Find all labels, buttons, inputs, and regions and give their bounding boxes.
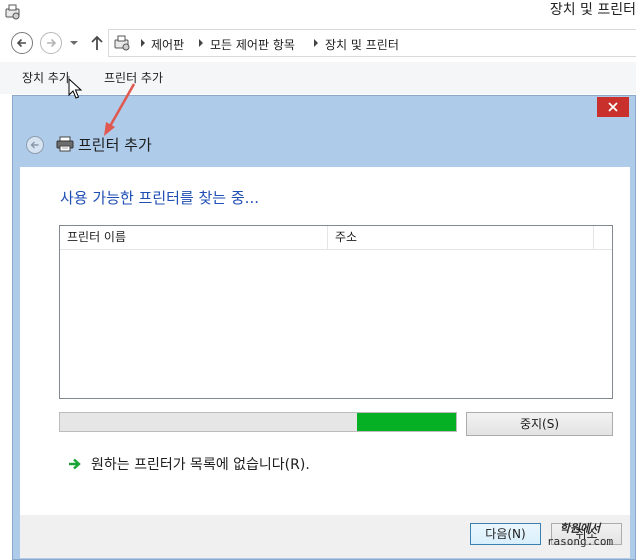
add-device-button[interactable]: 장치 추가 [22,69,70,86]
printer-not-listed-link[interactable]: 원하는 프린터가 목록에 없습니다(R). [68,454,310,474]
watermark-line-1: 학원에서 [559,522,601,535]
status-heading: 사용 가능한 프린터를 찾는 중... [60,189,259,207]
watermark: 학원에서 rasong.com [542,520,618,556]
back-arrow-icon [30,141,39,149]
annotation-arrow-icon [104,83,136,136]
column-header-printer-name[interactable]: 프린터 이름 [60,226,328,250]
search-progress-bar [59,412,457,432]
breadcrumb-separator-icon[interactable] [197,38,205,48]
list-header: 프린터 이름 주소 [60,226,612,250]
navigation-bar: 제어판 모든 제어판 항목 장치 및 프린터 [0,28,636,60]
control-panel-icon [114,35,130,51]
recent-locations-chevron-icon[interactable] [68,37,80,49]
address-bar[interactable]: 제어판 모든 제어판 항목 장치 및 프린터 [108,29,636,57]
column-header-filler [594,226,612,250]
breadcrumb-all-items[interactable]: 모든 제어판 항목 [210,36,295,53]
watermark-line-2: rasong.com [546,535,614,548]
progress-fill [357,413,456,431]
dialog-body: 사용 가능한 프린터를 찾는 중... 프린터 이름 주소 중지(S) 원하는 … [20,167,630,515]
dialog-back-button[interactable] [26,136,44,154]
breadcrumb-separator-icon[interactable] [312,38,320,48]
column-header-address[interactable]: 주소 [328,226,594,250]
back-button[interactable] [11,32,33,54]
printer-icon [56,136,74,152]
close-button[interactable] [597,97,629,117]
stop-button[interactable]: 중지(S) [466,412,613,436]
green-arrow-icon [69,458,81,470]
dialog-footer: 다음(N) 취소 [20,515,630,558]
back-arrow-icon [16,38,26,48]
printer-not-listed-text[interactable]: 원하는 프린터가 목록에 없습니다(R). [91,454,310,474]
breadcrumb-devices-printers[interactable]: 장치 및 프린터 [325,36,399,53]
title-bar: 장치 및 프린터 [0,0,636,26]
forward-button[interactable] [40,32,62,54]
add-printer-dialog: 프린터 추가 사용 가능한 프린터를 찾는 중... 프린터 이름 주소 중지(… [12,95,636,560]
forward-arrow-icon [47,38,57,48]
up-arrow-icon[interactable] [88,34,106,52]
window-title: 장치 및 프린터 [549,2,636,18]
close-icon [608,102,618,112]
devices-printers-icon [5,4,20,20]
next-button[interactable]: 다음(N) [470,523,541,545]
mouse-cursor-icon [68,78,82,99]
breadcrumb-separator-icon[interactable] [139,38,147,48]
breadcrumb-control-panel[interactable]: 제어판 [151,36,184,53]
command-bar: 장치 추가 프린터 추가 [0,62,636,94]
printer-list[interactable]: 프린터 이름 주소 [59,225,613,399]
